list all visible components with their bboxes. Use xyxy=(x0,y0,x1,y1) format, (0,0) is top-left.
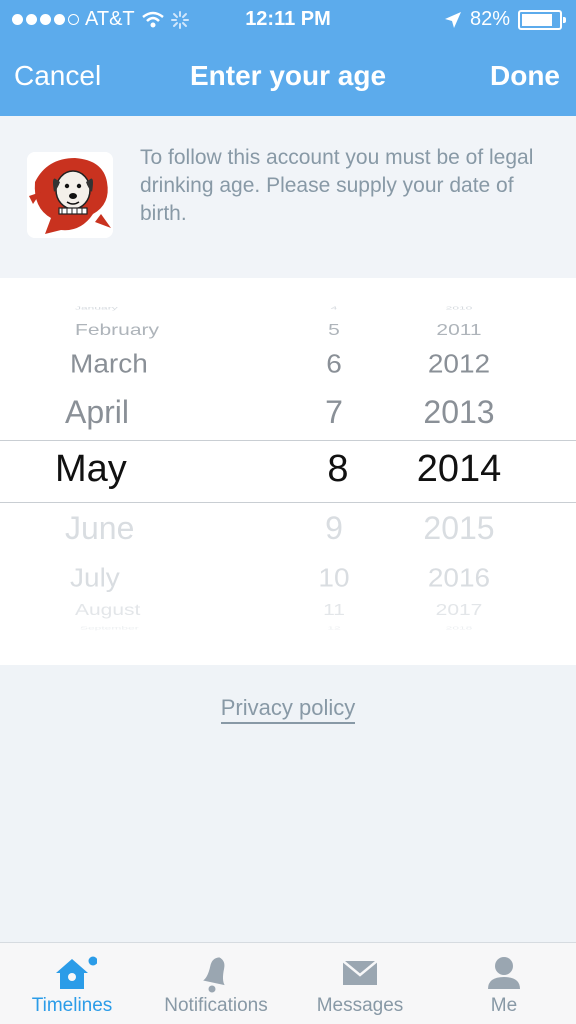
picker-row[interactable]: March 6 2012 xyxy=(0,349,576,380)
picker-day: 10 xyxy=(318,563,350,592)
tab-me[interactable]: Me xyxy=(432,943,576,1024)
battery-icon xyxy=(518,9,566,30)
picker-day: 6 xyxy=(326,349,342,378)
picker-month: March xyxy=(70,349,148,378)
tab-timelines[interactable]: Timelines xyxy=(0,943,144,1024)
picker-row[interactable]: September 12 2018 xyxy=(0,626,576,632)
picker-month: July xyxy=(70,563,120,592)
tab-messages[interactable]: Messages xyxy=(288,943,432,1024)
picker-month: June xyxy=(65,510,135,546)
picker-day: 9 xyxy=(325,510,343,546)
picker-year: 2018 xyxy=(445,625,473,631)
tab-bar: Timelines Notifications Messages Me xyxy=(0,942,576,1024)
picker-month: January xyxy=(75,305,118,311)
picker-row[interactable]: August 11 2017 xyxy=(0,601,576,621)
picker-month: September xyxy=(80,625,139,631)
account-info: To follow this account you must be of le… xyxy=(0,116,576,278)
privacy-policy-link[interactable]: Privacy policy xyxy=(220,695,356,724)
picker-month: May xyxy=(55,448,127,490)
home-icon xyxy=(56,956,97,989)
picker-day: 7 xyxy=(325,394,343,430)
picker-day: 4 xyxy=(330,305,338,311)
picker-month: February xyxy=(75,321,160,339)
dog-logo-image xyxy=(27,152,113,238)
picker-row[interactable]: January 4 2010 xyxy=(0,306,576,312)
status-right: 82% xyxy=(444,8,566,31)
picker-row[interactable]: April 7 2013 xyxy=(0,394,576,432)
battery-percent: 82% xyxy=(469,8,510,30)
picker-row[interactable]: February 5 2011 xyxy=(0,321,576,341)
location-arrow-icon xyxy=(444,11,461,28)
picker-day: 5 xyxy=(328,321,340,339)
envelope-icon xyxy=(342,960,378,985)
status-bar: AT&T 12:11 PM 82% xyxy=(0,0,576,40)
picker-year: 2017 xyxy=(435,601,483,619)
picker-year: 2016 xyxy=(427,563,491,592)
tab-label: Timelines xyxy=(31,995,113,1016)
picker-day: 11 xyxy=(323,601,345,619)
picker-row-selected[interactable]: May 8 2014 xyxy=(0,448,576,492)
tab-label: Notifications xyxy=(164,995,268,1016)
picker-month: August xyxy=(75,601,141,619)
navigation-bar: Cancel Enter your age Done xyxy=(0,40,576,116)
top-bar: AT&T 12:11 PM 82% Cancel Enter your age … xyxy=(0,0,576,116)
done-button[interactable]: Done xyxy=(490,60,560,92)
tab-label: Me xyxy=(490,995,518,1016)
selection-top-line xyxy=(0,440,576,441)
picker-day: 8 xyxy=(327,448,349,490)
bell-icon xyxy=(203,957,225,993)
picker-month: April xyxy=(65,394,130,430)
picker-day: 12 xyxy=(327,625,341,631)
picker-year: 2012 xyxy=(427,349,491,378)
picker-year: 2014 xyxy=(416,448,502,490)
picker-row[interactable]: June 9 2015 xyxy=(0,510,576,548)
account-avatar xyxy=(27,152,113,238)
picker-year: 2011 xyxy=(436,321,482,339)
picker-year: 2013 xyxy=(423,394,495,430)
picker-year: 2010 xyxy=(445,305,473,311)
tab-notifications[interactable]: Notifications xyxy=(144,943,288,1024)
person-icon xyxy=(488,957,520,989)
tab-label: Messages xyxy=(316,995,404,1016)
selection-bottom-line xyxy=(0,502,576,503)
date-picker[interactable]: January 4 2010 February 5 2011 March 6 2012 April… xyxy=(0,278,576,665)
picker-year: 2015 xyxy=(423,510,495,546)
picker-row[interactable]: July 10 2016 xyxy=(0,563,576,594)
age-gate-message: To follow this account you must be of le… xyxy=(140,146,534,225)
privacy-policy-container: Privacy policy xyxy=(0,695,576,724)
